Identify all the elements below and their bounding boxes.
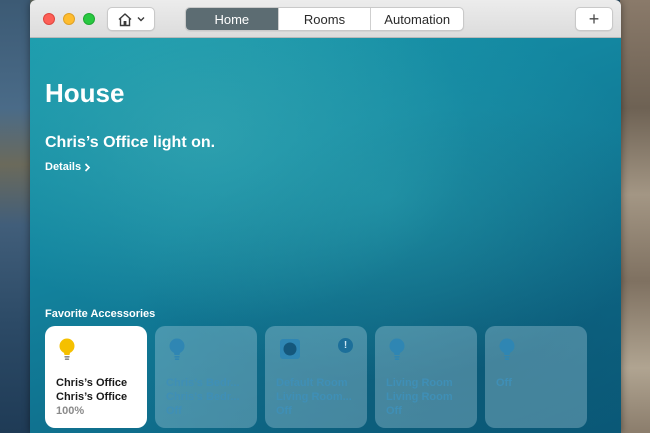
minimize-window-button[interactable] [63,13,75,25]
accessory-state: Off [496,377,512,389]
outlet-icon [280,339,300,359]
accessory-tile[interactable]: ! Default Room Living Room... Off [265,326,367,428]
tab-automation[interactable]: Automation [371,8,463,30]
desktop-wallpaper-left [0,0,30,433]
accessory-room: Default Room [276,377,348,389]
accessory-state: Off [166,405,182,417]
home-app-window: Home Rooms Automation + House Chris’s Of… [30,0,621,433]
details-label: Details [45,161,82,173]
page-title: House [45,78,125,108]
close-window-button[interactable] [43,13,55,25]
tab-rooms[interactable]: Rooms [279,8,372,30]
desktop-wallpaper-right [620,0,650,433]
tab-home[interactable]: Home [186,8,279,30]
accessory-tile[interactable]: Chris’s Office Chris’s Office 100% [45,326,147,428]
accessory-name: Chris’s Bedr... [166,391,240,403]
chevron-right-icon [85,162,91,172]
accessory-room: Chris’s Bedr... [166,377,240,389]
status-summary: Chris’s Office light on. [45,134,216,151]
accessory-room: Chris’s Office [56,377,128,389]
accessory-tile[interactable]: Chris’s Bedr... Chris’s Bedr... Off [155,326,257,428]
view-segmented-control: Home Rooms Automation [185,7,464,31]
accessory-name: Chris’s Office [56,391,128,403]
lightbulb-icon [499,338,515,360]
accessory-state: 100% [56,405,85,417]
lightbulb-icon [59,338,75,360]
lightbulb-icon [389,338,405,360]
accessory-room: Living Room [386,377,453,389]
accessory-state: Off [386,405,402,417]
favorites-heading: Favorite Accessories [45,308,156,320]
alert-badge: ! [338,338,353,353]
house-icon [118,12,132,26]
accessory-tile[interactable]: Off [485,326,587,428]
accessory-name: Living Room... [276,391,352,403]
title-bar: Home Rooms Automation + [30,0,621,38]
chevron-down-icon [137,17,145,22]
home-switcher-button[interactable] [107,7,155,31]
accessory-name: Living Room [386,391,453,403]
favorites-list: Chris’s Office Chris’s Office 100% Chris… [45,326,587,428]
fullscreen-window-button[interactable] [83,13,95,25]
lightbulb-icon [169,338,185,360]
accessory-state: Off [276,405,292,417]
accessory-tile[interactable]: Living Room Living Room Off [375,326,477,428]
add-button[interactable]: + [575,7,613,31]
details-link[interactable]: Details [45,161,91,173]
home-content: House Chris’s Office light on. Details F… [30,38,621,433]
